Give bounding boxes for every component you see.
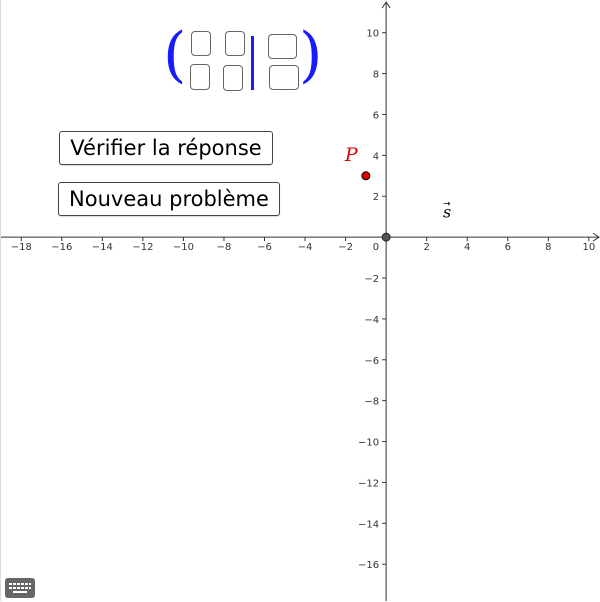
x-tick-label: −16 bbox=[51, 242, 72, 253]
y-tick-label: −14 bbox=[358, 519, 379, 530]
y-tick-label: 4 bbox=[373, 151, 379, 162]
keyboard-icon-glyph bbox=[9, 583, 31, 593]
x-tick-label: −12 bbox=[132, 242, 153, 253]
origin-label: 0 bbox=[373, 242, 379, 253]
x-tick-label: −10 bbox=[173, 242, 194, 253]
y-tick-label: −4 bbox=[364, 315, 379, 326]
matrix-left-paren: ( bbox=[163, 20, 187, 90]
y-tick-label: 10 bbox=[366, 29, 379, 40]
point-p[interactable] bbox=[361, 171, 371, 181]
x-tick-label: 4 bbox=[464, 242, 470, 253]
point-p-label: P bbox=[344, 144, 359, 166]
y-tick-label: 8 bbox=[373, 70, 379, 81]
keyboard-icon[interactable] bbox=[5, 578, 35, 598]
y-tick-label: −6 bbox=[364, 356, 379, 367]
new-problem-button[interactable]: Nouveau problème bbox=[58, 182, 280, 216]
augmented-matrix-input: ( ) bbox=[163, 22, 323, 94]
x-tick-label: 10 bbox=[582, 242, 595, 253]
matrix-cell-r2c1[interactable] bbox=[190, 64, 210, 90]
matrix-cell-r2c3[interactable] bbox=[269, 65, 299, 90]
x-tick-label: −8 bbox=[217, 242, 232, 253]
matrix-cell-r1c2[interactable] bbox=[225, 31, 245, 56]
x-tick-label: 2 bbox=[423, 242, 429, 253]
matrix-cell-r2c2[interactable] bbox=[223, 65, 243, 91]
y-tick-label: −2 bbox=[364, 274, 379, 285]
graphics-view[interactable]: −18 −16 −14 −12 −10 −8 −6 −4 −2 2 4 6 8 10 10 8 6 4 2 −2 −4 −… bbox=[0, 0, 600, 601]
matrix-cell-r1c3[interactable] bbox=[268, 34, 297, 59]
x-tick-label: −18 bbox=[11, 242, 32, 253]
x-tick-label: −2 bbox=[338, 242, 353, 253]
x-tick-label: −6 bbox=[257, 242, 272, 253]
y-tick-label: −8 bbox=[364, 397, 379, 408]
y-tick-label: 2 bbox=[373, 192, 379, 203]
matrix-cell-r1c1[interactable] bbox=[191, 31, 211, 56]
vector-s-arrow: → bbox=[443, 200, 451, 210]
y-tick-label: −16 bbox=[358, 560, 379, 571]
y-tick-label: 6 bbox=[373, 110, 379, 121]
verify-answer-button[interactable]: Vérifier la réponse bbox=[59, 131, 273, 165]
origin-point[interactable] bbox=[381, 232, 391, 242]
x-tick-label: 8 bbox=[545, 242, 551, 253]
x-tick-label: −4 bbox=[298, 242, 313, 253]
y-tick-label: −12 bbox=[358, 478, 379, 489]
matrix-divider-bar bbox=[251, 36, 254, 90]
x-tick-label: −14 bbox=[92, 242, 113, 253]
matrix-right-paren: ) bbox=[299, 20, 323, 90]
y-tick-label: −10 bbox=[358, 438, 379, 449]
x-tick-label: 6 bbox=[505, 242, 511, 253]
